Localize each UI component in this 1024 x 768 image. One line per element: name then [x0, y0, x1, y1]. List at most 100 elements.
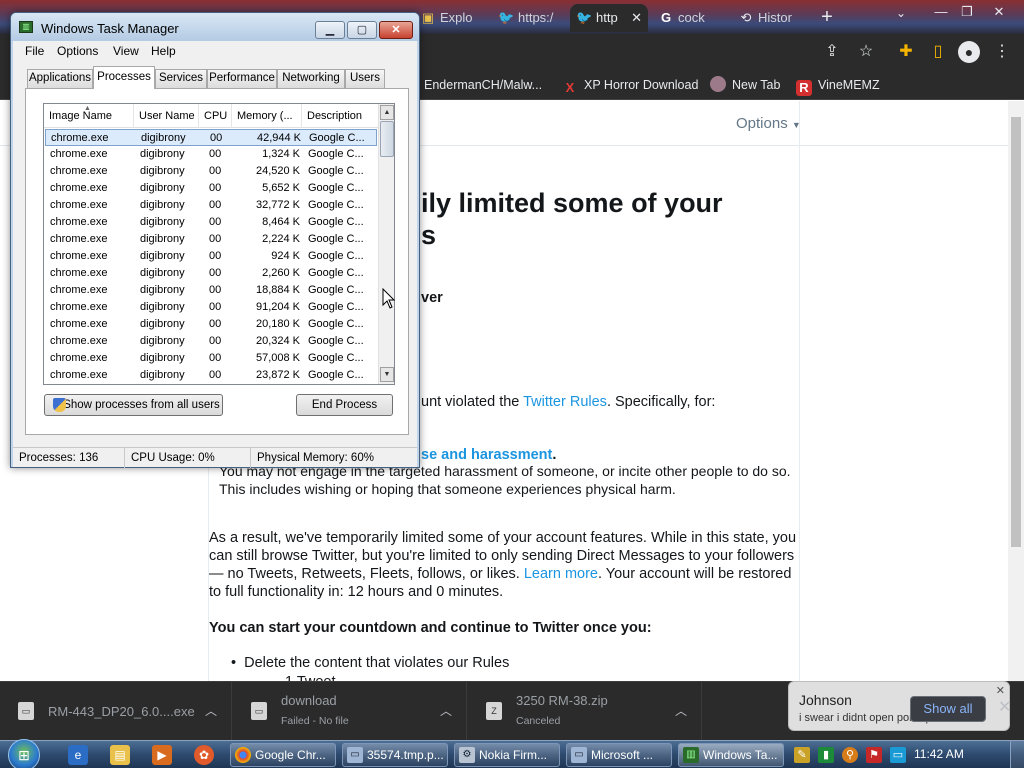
process-row[interactable]: chrome.exe digibrony 00 57,008 K Google C... [45, 350, 377, 367]
process-row[interactable]: chrome.exe digibrony 00 1,324 K Google C... [45, 146, 377, 163]
notification-close-icon[interactable]: ✕ [996, 684, 1005, 697]
start-button[interactable]: ⊞ [8, 739, 40, 768]
menu-view[interactable]: View [113, 44, 139, 58]
close-button[interactable]: ✕ [379, 21, 413, 39]
page-scroll-thumb[interactable] [1011, 117, 1021, 547]
tray-search-icon[interactable]: ⚲ [842, 747, 858, 763]
download-filename: RM-443_DP20_6.0....exe [48, 704, 195, 719]
tab-performance[interactable]: Performance [207, 69, 277, 88]
process-row[interactable]: chrome.exe digibrony 00 8,464 K Google C... [45, 214, 377, 231]
column-description[interactable]: Description [302, 104, 378, 128]
minimize-button[interactable]: ▁ [315, 21, 345, 39]
process-row[interactable]: chrome.exe digibrony 00 2,260 K Google C... [45, 265, 377, 282]
internet-explorer-icon[interactable]: e [68, 745, 88, 765]
close-tab-icon[interactable]: ✕ [631, 4, 642, 32]
menu-file[interactable]: File [25, 44, 44, 58]
profile-avatar-icon[interactable]: ● [958, 41, 980, 63]
show-all-processes-button[interactable]: Show processes from all users [44, 394, 223, 416]
learn-more-link[interactable]: Learn more [524, 566, 598, 582]
taskbar-button-nokia[interactable]: ⚙ Nokia Firm... [454, 743, 560, 767]
taskbar-button-taskmgr[interactable]: ▥ Windows Ta... [678, 743, 784, 767]
download-item-zip[interactable]: Z 3250 RM-38.zip Canceled ︿ [468, 682, 702, 740]
bookmark-new-tab[interactable]: New Tab [710, 76, 780, 94]
download-shelf-close-icon[interactable]: ✕ [998, 697, 1011, 717]
process-row[interactable]: chrome.exe digibrony 00 20,180 K Google C... [45, 316, 377, 333]
nokia-icon: ⚙ [459, 747, 475, 763]
tab-processes[interactable]: Processes [93, 66, 155, 89]
chrome-menu-icon[interactable]: ⋮ [992, 42, 1012, 62]
show-desktop-button[interactable] [1010, 741, 1024, 768]
browser-tab-twitter-1[interactable]: 🐦 https:/ [492, 4, 568, 32]
download-status: Canceled [516, 715, 561, 727]
browser-minimize-icon[interactable]: — [930, 2, 952, 22]
menu-help[interactable]: Help [151, 44, 176, 58]
share-icon[interactable]: ⇪ [822, 42, 842, 62]
process-list-scroll-thumb[interactable] [380, 121, 394, 157]
tab-services[interactable]: Services [155, 69, 207, 88]
tray-green-icon[interactable]: ▮ [818, 747, 834, 763]
app-quicklaunch-icon[interactable]: ✿ [194, 745, 214, 765]
scroll-down-arrow-icon[interactable]: ▼ [380, 367, 394, 382]
bookmark-xp-horror[interactable]: X XP Horror Download [562, 76, 699, 96]
tray-flag-icon[interactable]: ⚑ [866, 747, 882, 763]
process-row[interactable]: chrome.exe digibrony 00 24,520 K Google C... [45, 163, 377, 180]
process-row[interactable]: chrome.exe digibrony 00 42,944 K Google C... [45, 129, 377, 146]
column-cpu[interactable]: CPU [199, 104, 232, 128]
column-image-name[interactable]: ▲ Image Name [44, 104, 134, 128]
process-list-scrollbar[interactable]: ▲ ▼ [378, 104, 394, 384]
tray-app-icon[interactable]: ✎ [794, 747, 810, 763]
media-player-icon[interactable]: ▶ [152, 745, 172, 765]
chevron-up-icon[interactable]: ︿ [205, 702, 217, 719]
chevron-up-icon[interactable]: ︿ [440, 702, 452, 719]
bookmark-vinememz[interactable]: R VineMEMZ [796, 76, 880, 96]
tab-search-icon[interactable]: ⌄ [896, 6, 906, 20]
tab-applications[interactable]: Applications [27, 69, 93, 88]
process-row[interactable]: chrome.exe digibrony 00 23,872 K Google C... [45, 367, 377, 384]
browser-tab-twitter-active[interactable]: 🐦 http ✕ [570, 4, 648, 32]
new-tab-button[interactable]: + [816, 6, 838, 28]
show-all-downloads-button[interactable]: Show all [910, 696, 986, 722]
tray-network-icon[interactable]: ▭ [890, 747, 906, 763]
taskbar-clock[interactable]: 11:42 AM [914, 747, 964, 761]
chevron-up-icon[interactable]: ︿ [675, 702, 687, 719]
process-row[interactable]: chrome.exe digibrony 00 20,324 K Google C... [45, 333, 377, 350]
column-memory[interactable]: Memory (... [232, 104, 302, 128]
side-panel-icon[interactable]: ▯ [928, 42, 948, 62]
process-row[interactable]: chrome.exe digibrony 00 5,652 K Google C... [45, 180, 377, 197]
browser-close-icon[interactable]: ✕ [988, 2, 1010, 22]
process-row[interactable]: chrome.exe digibrony 00 91,204 K Google C... [45, 299, 377, 316]
category-link[interactable]: se and harassment [421, 447, 552, 463]
file-explorer-icon[interactable]: ▤ [110, 745, 130, 765]
browser-restore-icon[interactable]: ❐ [956, 2, 978, 22]
taskbar-button-microsoft[interactable]: ▭ Microsoft ... [566, 743, 672, 767]
page-scrollbar[interactable] [1008, 101, 1024, 681]
menu-options[interactable]: Options [57, 44, 98, 58]
browser-tab-history[interactable]: ⟲ Histor [732, 4, 808, 32]
browser-tab-explorer[interactable]: ▣ Explo [414, 4, 484, 32]
column-user-name[interactable]: User Name [134, 104, 199, 128]
download-item-download[interactable]: ▭ download Failed - No file ︿ [233, 682, 467, 740]
taskbar-button-tmp[interactable]: ▭ 35574.tmp.p... [342, 743, 448, 767]
process-list[interactable]: ▲ Image Name User Name CPU Memory (... D… [43, 103, 395, 385]
process-user-name: digibrony [140, 267, 185, 279]
process-row[interactable]: chrome.exe digibrony 00 2,224 K Google C... [45, 231, 377, 248]
twitter-rules-link[interactable]: Twitter Rules [523, 394, 607, 410]
extensions-puzzle-icon[interactable]: ✚ [896, 42, 916, 62]
bookmark-endermanch[interactable]: EndermanCH/Malw... [424, 76, 542, 94]
tab-networking[interactable]: Networking [277, 69, 345, 88]
bookmark-star-icon[interactable]: ☆ [856, 42, 876, 62]
process-image-name: chrome.exe [50, 250, 108, 262]
task-manager-titlebar[interactable]: ▥ Windows Task Manager ▁ ▢ ✕ [11, 13, 419, 41]
taskbar-button-chrome[interactable]: Google Chr... [230, 743, 336, 767]
end-process-button[interactable]: End Process [296, 394, 393, 416]
process-row[interactable]: chrome.exe digibrony 00 924 K Google C... [45, 248, 377, 265]
process-row[interactable]: chrome.exe digibrony 00 32,772 K Google C... [45, 197, 377, 214]
tab-users[interactable]: Users [345, 69, 385, 88]
mouse-pointer-icon [382, 288, 396, 309]
download-item-rm443[interactable]: ▭ RM-443_DP20_6.0....exe ︿ [0, 682, 232, 740]
scroll-up-arrow-icon[interactable]: ▲ [380, 105, 394, 120]
process-row[interactable]: chrome.exe digibrony 00 18,884 K Google C... [45, 282, 377, 299]
maximize-button[interactable]: ▢ [347, 21, 377, 39]
process-image-name: chrome.exe [50, 267, 108, 279]
browser-tab-google[interactable]: G cock [652, 4, 728, 32]
